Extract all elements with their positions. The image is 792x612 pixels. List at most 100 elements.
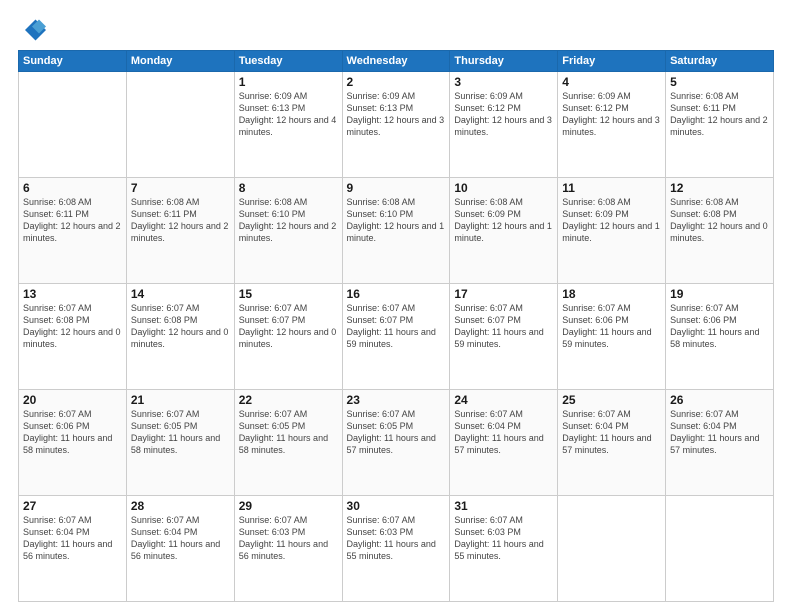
day-number: 5 bbox=[670, 75, 769, 89]
day-number: 28 bbox=[131, 499, 230, 513]
day-info: Sunrise: 6:07 AM Sunset: 6:05 PM Dayligh… bbox=[131, 408, 230, 457]
calendar-cell bbox=[19, 72, 127, 178]
calendar-cell: 20Sunrise: 6:07 AM Sunset: 6:06 PM Dayli… bbox=[19, 390, 127, 496]
day-info: Sunrise: 6:07 AM Sunset: 6:08 PM Dayligh… bbox=[131, 302, 230, 351]
calendar-cell: 30Sunrise: 6:07 AM Sunset: 6:03 PM Dayli… bbox=[342, 496, 450, 602]
calendar-header-row: SundayMondayTuesdayWednesdayThursdayFrid… bbox=[19, 51, 774, 72]
day-info: Sunrise: 6:07 AM Sunset: 6:07 PM Dayligh… bbox=[239, 302, 338, 351]
day-info: Sunrise: 6:07 AM Sunset: 6:08 PM Dayligh… bbox=[23, 302, 122, 351]
calendar-cell: 9Sunrise: 6:08 AM Sunset: 6:10 PM Daylig… bbox=[342, 178, 450, 284]
calendar-cell: 1Sunrise: 6:09 AM Sunset: 6:13 PM Daylig… bbox=[234, 72, 342, 178]
calendar-cell: 3Sunrise: 6:09 AM Sunset: 6:12 PM Daylig… bbox=[450, 72, 558, 178]
calendar-week-row: 1Sunrise: 6:09 AM Sunset: 6:13 PM Daylig… bbox=[19, 72, 774, 178]
calendar-cell: 31Sunrise: 6:07 AM Sunset: 6:03 PM Dayli… bbox=[450, 496, 558, 602]
day-info: Sunrise: 6:09 AM Sunset: 6:13 PM Dayligh… bbox=[347, 90, 446, 139]
day-number: 23 bbox=[347, 393, 446, 407]
day-info: Sunrise: 6:07 AM Sunset: 6:07 PM Dayligh… bbox=[347, 302, 446, 351]
day-info: Sunrise: 6:07 AM Sunset: 6:07 PM Dayligh… bbox=[454, 302, 553, 351]
day-info: Sunrise: 6:07 AM Sunset: 6:03 PM Dayligh… bbox=[347, 514, 446, 563]
calendar-cell: 5Sunrise: 6:08 AM Sunset: 6:11 PM Daylig… bbox=[666, 72, 774, 178]
day-number: 18 bbox=[562, 287, 661, 301]
day-info: Sunrise: 6:07 AM Sunset: 6:04 PM Dayligh… bbox=[131, 514, 230, 563]
calendar-cell: 25Sunrise: 6:07 AM Sunset: 6:04 PM Dayli… bbox=[558, 390, 666, 496]
day-number: 4 bbox=[562, 75, 661, 89]
day-info: Sunrise: 6:09 AM Sunset: 6:12 PM Dayligh… bbox=[562, 90, 661, 139]
day-number: 22 bbox=[239, 393, 338, 407]
day-number: 15 bbox=[239, 287, 338, 301]
calendar-cell: 24Sunrise: 6:07 AM Sunset: 6:04 PM Dayli… bbox=[450, 390, 558, 496]
calendar-cell: 10Sunrise: 6:08 AM Sunset: 6:09 PM Dayli… bbox=[450, 178, 558, 284]
calendar-cell: 15Sunrise: 6:07 AM Sunset: 6:07 PM Dayli… bbox=[234, 284, 342, 390]
calendar-cell: 28Sunrise: 6:07 AM Sunset: 6:04 PM Dayli… bbox=[126, 496, 234, 602]
calendar-cell: 7Sunrise: 6:08 AM Sunset: 6:11 PM Daylig… bbox=[126, 178, 234, 284]
calendar-cell: 11Sunrise: 6:08 AM Sunset: 6:09 PM Dayli… bbox=[558, 178, 666, 284]
calendar-cell: 8Sunrise: 6:08 AM Sunset: 6:10 PM Daylig… bbox=[234, 178, 342, 284]
calendar-cell bbox=[666, 496, 774, 602]
day-info: Sunrise: 6:07 AM Sunset: 6:06 PM Dayligh… bbox=[562, 302, 661, 351]
day-info: Sunrise: 6:08 AM Sunset: 6:11 PM Dayligh… bbox=[23, 196, 122, 245]
day-number: 8 bbox=[239, 181, 338, 195]
day-of-week-header: Monday bbox=[126, 51, 234, 72]
calendar-cell: 14Sunrise: 6:07 AM Sunset: 6:08 PM Dayli… bbox=[126, 284, 234, 390]
day-info: Sunrise: 6:09 AM Sunset: 6:13 PM Dayligh… bbox=[239, 90, 338, 139]
page: SundayMondayTuesdayWednesdayThursdayFrid… bbox=[0, 0, 792, 612]
calendar-table: SundayMondayTuesdayWednesdayThursdayFrid… bbox=[18, 50, 774, 602]
day-number: 9 bbox=[347, 181, 446, 195]
day-info: Sunrise: 6:07 AM Sunset: 6:04 PM Dayligh… bbox=[23, 514, 122, 563]
day-of-week-header: Wednesday bbox=[342, 51, 450, 72]
day-number: 12 bbox=[670, 181, 769, 195]
calendar-cell: 6Sunrise: 6:08 AM Sunset: 6:11 PM Daylig… bbox=[19, 178, 127, 284]
calendar-week-row: 20Sunrise: 6:07 AM Sunset: 6:06 PM Dayli… bbox=[19, 390, 774, 496]
day-number: 2 bbox=[347, 75, 446, 89]
day-number: 14 bbox=[131, 287, 230, 301]
calendar-cell: 12Sunrise: 6:08 AM Sunset: 6:08 PM Dayli… bbox=[666, 178, 774, 284]
day-number: 16 bbox=[347, 287, 446, 301]
day-number: 3 bbox=[454, 75, 553, 89]
calendar-cell: 16Sunrise: 6:07 AM Sunset: 6:07 PM Dayli… bbox=[342, 284, 450, 390]
day-info: Sunrise: 6:07 AM Sunset: 6:04 PM Dayligh… bbox=[670, 408, 769, 457]
day-number: 19 bbox=[670, 287, 769, 301]
day-info: Sunrise: 6:07 AM Sunset: 6:06 PM Dayligh… bbox=[23, 408, 122, 457]
day-info: Sunrise: 6:08 AM Sunset: 6:10 PM Dayligh… bbox=[239, 196, 338, 245]
logo-icon bbox=[18, 16, 46, 44]
header bbox=[18, 16, 774, 44]
day-info: Sunrise: 6:08 AM Sunset: 6:10 PM Dayligh… bbox=[347, 196, 446, 245]
day-info: Sunrise: 6:07 AM Sunset: 6:03 PM Dayligh… bbox=[239, 514, 338, 563]
calendar-cell bbox=[126, 72, 234, 178]
day-number: 27 bbox=[23, 499, 122, 513]
day-number: 1 bbox=[239, 75, 338, 89]
calendar-cell: 17Sunrise: 6:07 AM Sunset: 6:07 PM Dayli… bbox=[450, 284, 558, 390]
day-info: Sunrise: 6:07 AM Sunset: 6:06 PM Dayligh… bbox=[670, 302, 769, 351]
day-of-week-header: Saturday bbox=[666, 51, 774, 72]
calendar-cell: 13Sunrise: 6:07 AM Sunset: 6:08 PM Dayli… bbox=[19, 284, 127, 390]
day-number: 31 bbox=[454, 499, 553, 513]
day-number: 21 bbox=[131, 393, 230, 407]
calendar-cell: 27Sunrise: 6:07 AM Sunset: 6:04 PM Dayli… bbox=[19, 496, 127, 602]
calendar-cell: 22Sunrise: 6:07 AM Sunset: 6:05 PM Dayli… bbox=[234, 390, 342, 496]
calendar-cell: 26Sunrise: 6:07 AM Sunset: 6:04 PM Dayli… bbox=[666, 390, 774, 496]
day-number: 7 bbox=[131, 181, 230, 195]
day-info: Sunrise: 6:08 AM Sunset: 6:11 PM Dayligh… bbox=[670, 90, 769, 139]
day-info: Sunrise: 6:09 AM Sunset: 6:12 PM Dayligh… bbox=[454, 90, 553, 139]
calendar-week-row: 6Sunrise: 6:08 AM Sunset: 6:11 PM Daylig… bbox=[19, 178, 774, 284]
day-number: 30 bbox=[347, 499, 446, 513]
day-info: Sunrise: 6:07 AM Sunset: 6:05 PM Dayligh… bbox=[347, 408, 446, 457]
day-info: Sunrise: 6:07 AM Sunset: 6:03 PM Dayligh… bbox=[454, 514, 553, 563]
day-number: 26 bbox=[670, 393, 769, 407]
calendar-week-row: 27Sunrise: 6:07 AM Sunset: 6:04 PM Dayli… bbox=[19, 496, 774, 602]
day-info: Sunrise: 6:07 AM Sunset: 6:04 PM Dayligh… bbox=[454, 408, 553, 457]
day-number: 11 bbox=[562, 181, 661, 195]
calendar-cell: 21Sunrise: 6:07 AM Sunset: 6:05 PM Dayli… bbox=[126, 390, 234, 496]
day-info: Sunrise: 6:07 AM Sunset: 6:05 PM Dayligh… bbox=[239, 408, 338, 457]
day-number: 10 bbox=[454, 181, 553, 195]
day-of-week-header: Sunday bbox=[19, 51, 127, 72]
day-info: Sunrise: 6:08 AM Sunset: 6:09 PM Dayligh… bbox=[454, 196, 553, 245]
calendar-cell: 2Sunrise: 6:09 AM Sunset: 6:13 PM Daylig… bbox=[342, 72, 450, 178]
day-info: Sunrise: 6:08 AM Sunset: 6:09 PM Dayligh… bbox=[562, 196, 661, 245]
calendar-cell: 19Sunrise: 6:07 AM Sunset: 6:06 PM Dayli… bbox=[666, 284, 774, 390]
day-of-week-header: Thursday bbox=[450, 51, 558, 72]
day-number: 24 bbox=[454, 393, 553, 407]
logo bbox=[18, 16, 50, 44]
day-of-week-header: Friday bbox=[558, 51, 666, 72]
day-info: Sunrise: 6:08 AM Sunset: 6:11 PM Dayligh… bbox=[131, 196, 230, 245]
